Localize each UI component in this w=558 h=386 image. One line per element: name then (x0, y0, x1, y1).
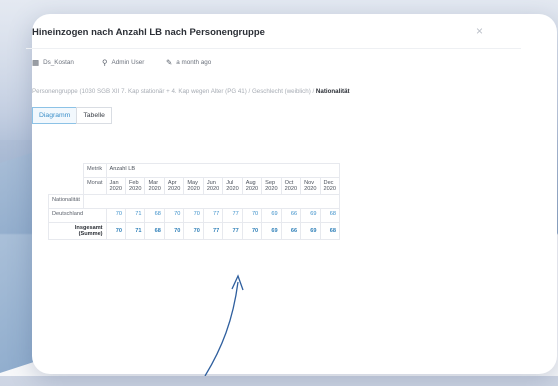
annotation-arrow-line (204, 281, 239, 376)
annotation-arrow (204, 274, 244, 376)
